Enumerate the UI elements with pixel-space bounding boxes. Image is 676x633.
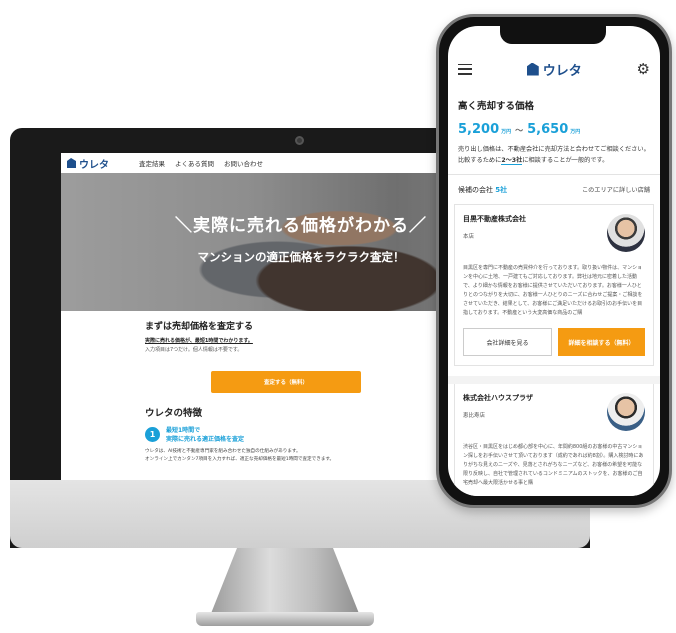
feature-heading: 最短1時間で 実際に売れる適正価格を査定 <box>166 427 245 443</box>
nav-link-faq[interactable]: よくある質問 <box>175 158 214 168</box>
menu-icon[interactable] <box>458 63 472 75</box>
phone-notch <box>500 26 606 44</box>
phone-logo[interactable]: ウレタ <box>526 60 582 79</box>
nav-link-contact[interactable]: お問い合わせ <box>224 158 263 168</box>
candidates-header: 候補の会社 5社 このエリアに詳しい店舗 <box>458 185 650 195</box>
company-detail-button[interactable]: 会社詳細を見る <box>463 328 552 357</box>
company-description: 渋谷区・目黒区をはじめ都心部を中心に、年間約800組のお客様の中古マンション探し… <box>463 444 644 487</box>
desktop-logo[interactable]: ウレタ <box>67 156 109 171</box>
gear-icon[interactable]: ⚙ <box>637 61 650 77</box>
company-name: 株式会社ハウスプラザ <box>463 394 533 403</box>
hero-subheadline: マンションの適正価格をラクラク査定！ <box>197 250 405 264</box>
appraise-button[interactable]: 査定する（無料） <box>211 371 361 393</box>
company-branch: 恵比寿店 <box>463 413 486 420</box>
consult-button[interactable]: 詳細を相談する（無料） <box>558 328 645 357</box>
phone-section-title: 高く売却する価格 <box>458 101 535 112</box>
avatar <box>607 214 645 253</box>
phone-brand: ウレタ <box>542 63 582 79</box>
monitor-stand <box>210 548 360 616</box>
card-separator <box>448 376 660 385</box>
nav-link-results[interactable]: 査定結果 <box>139 158 165 168</box>
company-description: 目黒区を専門に不動産の売買仲介を行っております。取り扱い物件は、マンションを中心… <box>463 265 643 317</box>
monitor-base <box>196 612 374 626</box>
company-card: 株式会社ハウスプラザ 恵比寿店 渋谷区・目黒区をはじめ都心部を中心に、年間約80… <box>454 384 654 496</box>
area-filter-link[interactable]: このエリアに詳しい店舗 <box>582 185 650 195</box>
desktop-brand: ウレタ <box>79 159 109 171</box>
hero-headline: ＼実際に売れる価格がわかる／ <box>175 216 427 236</box>
house-logo-icon <box>67 158 76 168</box>
price-low: 5,200 <box>458 122 500 137</box>
feature-number-badge: 1 <box>145 427 160 442</box>
candidates-count: 5社 <box>495 186 508 195</box>
webcam <box>295 136 304 145</box>
price-range: 5,200 万円 〜 5,650 万円 <box>458 122 581 137</box>
house-logo-icon <box>526 62 539 76</box>
price-high: 5,650 <box>527 122 569 137</box>
avatar <box>607 393 645 432</box>
price-note: 売り出し価格は、不動産会社に売却方法と合わせてご相談ください。 比較するために2… <box>458 146 650 165</box>
